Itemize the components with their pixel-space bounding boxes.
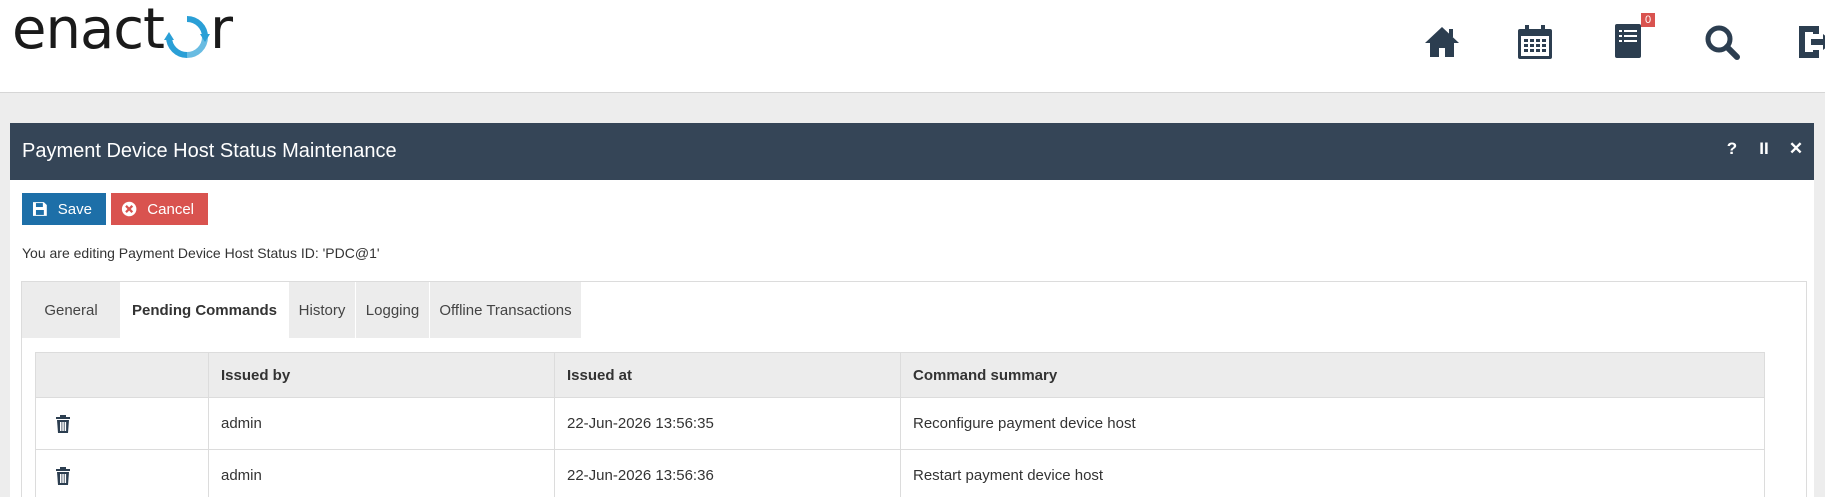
page-title: Payment Device Host Status Maintenance bbox=[22, 140, 397, 162]
cell-issued-at: 22-Jun-2026 13:56:36 bbox=[554, 449, 901, 497]
editing-message: You are editing Payment Device Host Stat… bbox=[22, 245, 380, 261]
save-label: Save bbox=[57, 200, 92, 218]
pause-icon[interactable]: II bbox=[1756, 139, 1772, 159]
cell-issued-by: admin bbox=[208, 397, 555, 450]
maintenance-panel: Payment Device Host Status Maintenance ?… bbox=[10, 123, 1814, 497]
row-actions bbox=[35, 449, 209, 497]
cell-issued-at: 22-Jun-2026 13:56:35 bbox=[554, 397, 901, 450]
floppy-disk-icon bbox=[32, 202, 47, 216]
row-actions bbox=[35, 397, 209, 450]
trash-icon[interactable] bbox=[56, 414, 70, 433]
enactor-logo[interactable]: enact r bbox=[12, 0, 233, 62]
tab-general[interactable]: General bbox=[22, 282, 121, 338]
panel-header: Payment Device Host Status Maintenance ?… bbox=[10, 123, 1814, 180]
search-icon[interactable] bbox=[1702, 22, 1742, 62]
table-header-row: Issued by Issued at Command summary bbox=[35, 352, 1765, 398]
logout-icon[interactable] bbox=[1795, 22, 1825, 62]
top-bar: enact r 0 bbox=[0, 0, 1825, 93]
cancel-circle-icon bbox=[121, 201, 137, 217]
cancel-button[interactable]: Cancel bbox=[111, 193, 208, 225]
table-row: admin 22-Jun-2026 13:56:35 Reconfigure p… bbox=[35, 397, 1765, 450]
trash-icon[interactable] bbox=[56, 466, 70, 485]
logo-refresh-icon bbox=[164, 0, 211, 60]
tab-history[interactable]: History bbox=[289, 282, 356, 338]
save-button[interactable]: Save bbox=[22, 193, 106, 225]
column-header-issued-at[interactable]: Issued at bbox=[554, 352, 901, 398]
table-row: admin 22-Jun-2026 13:56:36 Restart payme… bbox=[35, 449, 1765, 497]
tab-container: General Pending Commands History Logging… bbox=[21, 281, 1807, 497]
cell-command-summary: Restart payment device host bbox=[900, 449, 1765, 497]
tab-pending-commands[interactable]: Pending Commands bbox=[121, 282, 289, 338]
cancel-label: Cancel bbox=[147, 200, 194, 218]
close-icon[interactable]: ✕ bbox=[1788, 139, 1804, 159]
column-header-issued-by[interactable]: Issued by bbox=[208, 352, 555, 398]
tab-logging[interactable]: Logging bbox=[356, 282, 430, 338]
logo-text-end: r bbox=[210, 0, 233, 62]
column-header-actions bbox=[35, 352, 209, 398]
logo-text-start: enact bbox=[12, 0, 165, 62]
tasks-icon[interactable]: 0 bbox=[1609, 13, 1655, 62]
column-header-command-summary[interactable]: Command summary bbox=[900, 352, 1765, 398]
calendar-icon[interactable] bbox=[1515, 22, 1555, 62]
tab-offline-transactions[interactable]: Offline Transactions bbox=[430, 282, 582, 338]
panel-tools: ? II ✕ bbox=[1724, 139, 1804, 159]
tab-bar: General Pending Commands History Logging… bbox=[22, 282, 582, 338]
pending-commands-table: Issued by Issued at Command summary admi… bbox=[35, 352, 1765, 497]
help-icon[interactable]: ? bbox=[1724, 139, 1740, 159]
home-icon[interactable] bbox=[1422, 22, 1462, 62]
cell-issued-by: admin bbox=[208, 449, 555, 497]
cell-command-summary: Reconfigure payment device host bbox=[900, 397, 1765, 450]
tasks-count-badge: 0 bbox=[1641, 13, 1655, 27]
